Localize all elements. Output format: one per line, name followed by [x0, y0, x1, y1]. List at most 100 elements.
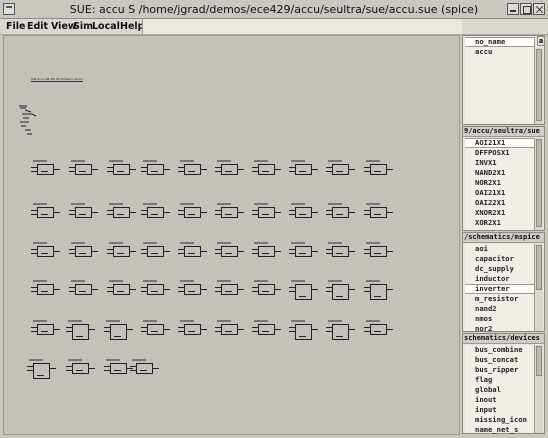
cell-instance[interactable]: [178, 160, 210, 180]
cell-instance[interactable]: [130, 359, 162, 379]
scrollbar[interactable]: [534, 345, 543, 433]
cell-instance[interactable]: [289, 160, 321, 180]
cell-instance[interactable]: [141, 280, 173, 300]
cell-instance[interactable]: [141, 160, 173, 180]
cell-instance[interactable]: [31, 160, 63, 180]
list-item[interactable]: NOR2X1: [465, 178, 534, 188]
list-item[interactable]: nand2: [465, 304, 534, 314]
scrollbar[interactable]: [534, 48, 543, 124]
schematic-canvas[interactable]: SIM accu 4B 4M S4 fA/demo demo B4: [3, 35, 460, 435]
cell-instance[interactable]: [326, 280, 358, 306]
cell-instance[interactable]: [326, 203, 358, 223]
cell-instance[interactable]: [289, 203, 321, 223]
cell-instance[interactable]: [66, 359, 98, 379]
list-item[interactable]: missing_icon: [465, 415, 534, 425]
list-item[interactable]: XOR2X1: [465, 218, 534, 228]
menu-file[interactable]: File: [6, 21, 25, 32]
cell-instance[interactable]: [107, 203, 139, 223]
scrollbar[interactable]: [534, 138, 543, 230]
cell-instance[interactable]: [252, 160, 284, 180]
cell-instance[interactable]: [215, 203, 247, 223]
cell-instance[interactable]: [326, 160, 358, 180]
cell-instance[interactable]: [252, 203, 284, 223]
maximize-icon[interactable]: [520, 3, 532, 15]
cell-instance[interactable]: [215, 280, 247, 300]
cell-instance[interactable]: [178, 280, 210, 300]
cell-instance[interactable]: [289, 320, 321, 346]
list-item[interactable]: OAI22X1: [465, 198, 534, 208]
list-item[interactable]: input: [465, 405, 534, 415]
cell-instance[interactable]: [178, 320, 210, 340]
list-item[interactable]: AOI21X1: [465, 138, 534, 148]
cell-instance[interactable]: [289, 242, 321, 262]
cell-instance[interactable]: [252, 242, 284, 262]
cell-instance[interactable]: [364, 320, 396, 340]
cell-instance[interactable]: [69, 203, 101, 223]
scrollbar-thumb[interactable]: [536, 139, 542, 227]
list-item[interactable]: OAI21X1: [465, 188, 534, 198]
list-item[interactable]: dc_supply: [465, 264, 534, 274]
list-item[interactable]: no_name: [465, 37, 534, 47]
cell-instance[interactable]: [69, 242, 101, 262]
cell-instance[interactable]: [31, 242, 63, 262]
list-item[interactable]: bus_combine: [465, 345, 534, 355]
cell-instance[interactable]: [31, 203, 63, 223]
menu-help[interactable]: Help: [120, 21, 144, 32]
cell-instance[interactable]: [66, 320, 98, 346]
cell-instance[interactable]: [364, 280, 396, 306]
list-item[interactable]: aoi: [465, 244, 534, 254]
menu-edit[interactable]: Edit: [27, 21, 48, 32]
list-item[interactable]: NAND2X1: [465, 168, 534, 178]
list-item[interactable]: inverter: [465, 284, 534, 294]
cell-instance[interactable]: [178, 242, 210, 262]
list-item[interactable]: flag: [465, 375, 534, 385]
cell-instance[interactable]: [252, 280, 284, 300]
cell-instance[interactable]: [178, 203, 210, 223]
cell-instance[interactable]: [141, 203, 173, 223]
cell-instance[interactable]: [215, 320, 247, 340]
scrollbar-thumb[interactable]: [536, 49, 542, 121]
cell-instance[interactable]: [252, 320, 284, 340]
menu-local[interactable]: Local: [92, 21, 120, 32]
scrollbar[interactable]: [534, 244, 543, 331]
a-button[interactable]: a: [537, 36, 545, 46]
scrollbar-thumb[interactable]: [536, 245, 542, 290]
scrollbar-thumb[interactable]: [536, 346, 542, 376]
cell-instance[interactable]: [27, 359, 59, 385]
cell-instance[interactable]: [107, 242, 139, 262]
close-icon[interactable]: [533, 3, 545, 15]
cell-instance[interactable]: [326, 320, 358, 346]
list-item[interactable]: inductor: [465, 274, 534, 284]
cell-instance[interactable]: [69, 160, 101, 180]
list-item[interactable]: inout: [465, 395, 534, 405]
list-item[interactable]: XNOR2X1: [465, 208, 534, 218]
cell-instance[interactable]: [31, 280, 63, 300]
cell-instance[interactable]: [31, 320, 63, 340]
cell-instance[interactable]: [326, 242, 358, 262]
cell-instance[interactable]: [215, 242, 247, 262]
cell-instance[interactable]: [364, 160, 396, 180]
cell-instance[interactable]: [107, 280, 139, 300]
list-item[interactable]: bus_ripper: [465, 365, 534, 375]
cell-instance[interactable]: [364, 203, 396, 223]
list-item[interactable]: global: [465, 385, 534, 395]
cell-instance[interactable]: [215, 160, 247, 180]
list-item[interactable]: m_resistor: [465, 294, 534, 304]
cell-instance[interactable]: [364, 242, 396, 262]
list-item[interactable]: name_net_s: [465, 425, 534, 435]
list-item[interactable]: INVX1: [465, 158, 534, 168]
command-entry[interactable]: [142, 19, 462, 34]
menu-sim[interactable]: Sim: [73, 21, 93, 32]
cell-instance[interactable]: [141, 320, 173, 340]
cell-instance[interactable]: [69, 280, 101, 300]
list-item[interactable]: DFFPOSX1: [465, 148, 534, 158]
cell-instance[interactable]: [107, 160, 139, 180]
list-item[interactable]: capacitor: [465, 254, 534, 264]
cell-instance[interactable]: [104, 320, 136, 346]
cell-instance[interactable]: [289, 280, 321, 306]
list-item[interactable]: accu: [465, 47, 534, 57]
minimize-icon[interactable]: [507, 3, 519, 15]
list-item[interactable]: nmos: [465, 314, 534, 324]
list-item[interactable]: bus_concat: [465, 355, 534, 365]
cell-instance[interactable]: [141, 242, 173, 262]
